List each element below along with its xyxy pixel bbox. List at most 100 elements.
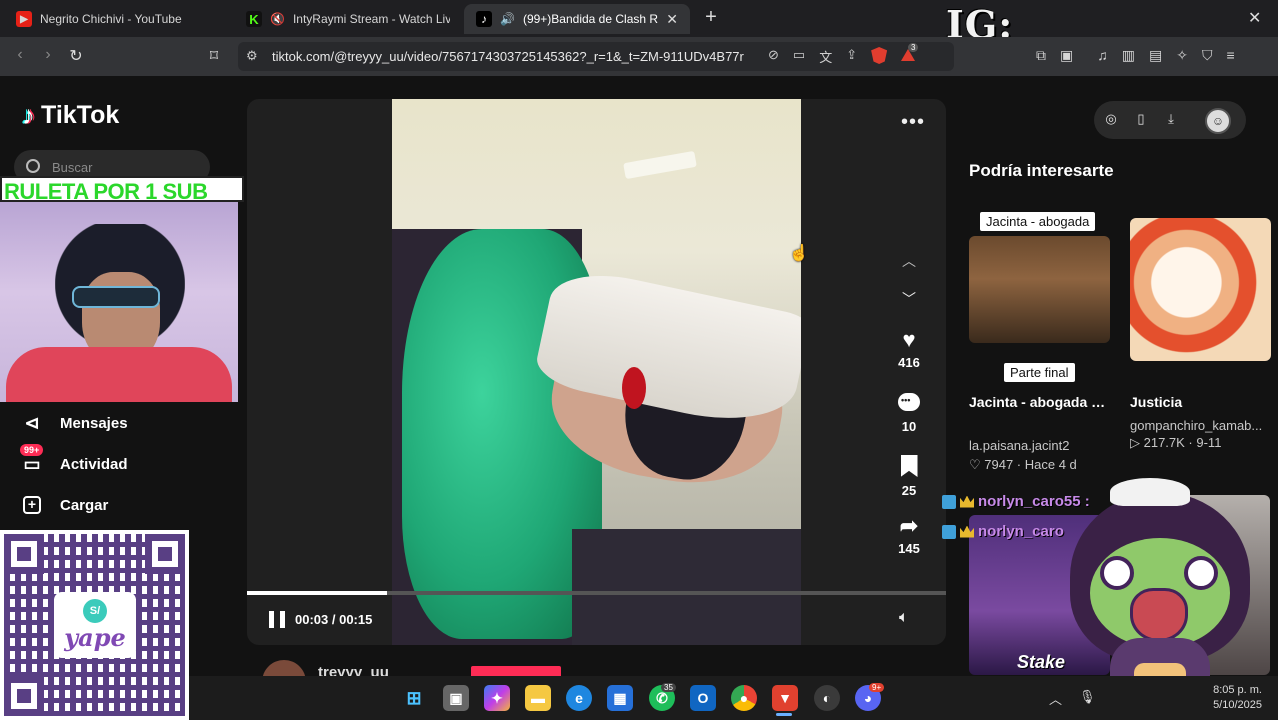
outlook-icon[interactable]: O	[690, 685, 716, 711]
obs-icon[interactable]: ◐	[814, 685, 840, 711]
leo-icon[interactable]: ✧	[1176, 47, 1188, 64]
youtube-icon: ▶	[16, 11, 32, 27]
prime-badge-icon	[942, 494, 956, 509]
chevron-up-icon[interactable]: ︿	[899, 251, 919, 271]
brave-shield-icon[interactable]	[871, 47, 888, 64]
extensions-icon[interactable]: ⧉	[1036, 47, 1046, 64]
vpn-icon[interactable]: ⛉	[1202, 47, 1213, 64]
tab-title: (99+)Bandida de Clash Royale	[522, 12, 659, 26]
progress-bar[interactable]	[247, 591, 946, 595]
brave-icon[interactable]: ▼	[772, 685, 798, 711]
browser-toolbar: ‹ › ↻ ⌑ ⚙ tiktok.com/@treyyy_uu/video/75…	[0, 37, 1278, 76]
suggestion-card[interactable]: Jacinta - abogada Parte final Jacinta - …	[969, 212, 1110, 472]
upload-icon: +	[22, 495, 42, 515]
copilot-icon[interactable]: ✦	[484, 685, 510, 711]
sidebar-item-actividad[interactable]: ▭ 99+ Actividad	[20, 444, 128, 474]
reload-button[interactable]: ↻	[66, 46, 86, 66]
suggestion-card[interactable]: Justicia gompanchiro_kamab... ▷ 217.7K ·…	[1130, 218, 1271, 458]
active-app-indicator	[776, 713, 792, 716]
comment-count: 10	[901, 419, 917, 434]
card-user[interactable]: gompanchiro_kamab...	[1130, 418, 1271, 433]
tiktok-logo[interactable]: ♪ TikTok	[22, 100, 119, 131]
muted-icon: 🔇	[270, 12, 285, 26]
yape-coin-icon: S/	[83, 598, 107, 623]
video-time: 00:03 / 00:15	[295, 612, 373, 627]
sidebar-item-mensajes[interactable]: ⊲ Mensajes	[22, 412, 128, 433]
thumb-tag: Jacinta - abogada	[980, 212, 1096, 231]
pause-icon[interactable]	[269, 611, 285, 628]
close-tab-icon[interactable]: ✕	[666, 11, 678, 28]
task-view-icon[interactable]: ▣	[443, 685, 469, 711]
logo-text: TikTok	[41, 101, 120, 129]
card-title[interactable]: Justicia	[1130, 394, 1271, 410]
search-icon	[26, 159, 40, 173]
video-player[interactable]: ••• ︿ ﹀ ♥ 416 10 25 ➦ 145 00:03 / 00:15 …	[247, 99, 946, 645]
stake-watermark: Stake	[1017, 652, 1066, 672]
file-explorer-icon[interactable]: ▬	[525, 685, 551, 711]
like-button[interactable]: ♥ 416	[887, 327, 931, 370]
cam-shirt	[6, 347, 232, 402]
more-options-icon[interactable]: •••	[901, 111, 925, 134]
share-arrow-icon: ➦	[899, 513, 919, 538]
bookmark-icon[interactable]: ⌑	[204, 46, 224, 66]
streamer-webcam	[0, 202, 238, 402]
volume-icon[interactable]: 🔈︎	[899, 609, 909, 627]
edge-icon[interactable]: e	[566, 685, 592, 711]
windows-start-icon[interactable]: ⊞	[401, 685, 427, 711]
download-icon[interactable]: ⤓	[1162, 111, 1180, 127]
search-placeholder: Buscar	[52, 160, 93, 175]
frog-mascot-overlay	[1060, 478, 1260, 698]
frog-hat	[1110, 478, 1190, 506]
crown-icon	[960, 495, 974, 508]
clock-date: 5/10/2025	[1213, 699, 1262, 711]
profile-avatar[interactable]: ☺	[1205, 108, 1231, 134]
send-icon: ⊲	[24, 412, 40, 433]
wallet-icon[interactable]: ▣	[1060, 47, 1073, 64]
phone-icon[interactable]: ▯	[1132, 111, 1150, 127]
sidebar-item-cargar[interactable]: + Cargar	[22, 495, 108, 515]
comment-button[interactable]: 10	[887, 391, 931, 434]
suggestion-thumbnail[interactable]	[969, 236, 1110, 343]
tab-kick[interactable]: K 🔇 IntyRaymi Stream - Watch Live on	[234, 4, 462, 34]
store-icon[interactable]: ▦	[607, 685, 633, 711]
url-text[interactable]: tiktok.com/@treyyy_uu/video/756717430372…	[272, 49, 744, 64]
heart-icon: ♥	[902, 327, 916, 352]
hand-cursor-icon: ☝	[789, 245, 809, 262]
save-button[interactable]: 25	[887, 453, 931, 498]
cast-icon[interactable]: ▭	[793, 47, 805, 66]
share-button[interactable]: ➦ 145	[887, 513, 931, 556]
share-icon[interactable]: ⇪	[846, 47, 857, 66]
suggestion-thumbnail[interactable]	[1130, 218, 1271, 361]
video-frame[interactable]	[392, 99, 801, 645]
vf-lamp	[623, 150, 697, 180]
back-button[interactable]: ‹	[10, 46, 30, 64]
chrome-icon[interactable]: ●	[731, 685, 757, 711]
sidebar-icon[interactable]: ▥	[1122, 47, 1135, 64]
microphone-icon[interactable]: 🎙︎	[1079, 689, 1096, 705]
site-settings-icon[interactable]: ⚙	[246, 48, 258, 64]
card-user[interactable]: la.paisana.jacint2	[969, 438, 1110, 453]
compass-icon[interactable]: ◎	[1102, 111, 1120, 127]
card-title[interactable]: Jacinta - abogada parte final #humor...	[969, 394, 1110, 410]
crown-icon	[960, 525, 974, 538]
chat-user: norlyn_caro	[978, 523, 1064, 540]
media-icon[interactable]: ♫	[1097, 47, 1108, 64]
chevron-down-icon[interactable]: ﹀	[899, 289, 919, 309]
qr-finder	[145, 534, 185, 574]
tab-youtube[interactable]: ▶ Negrito Chichivi - YouTube	[4, 4, 232, 34]
windows-taskbar: ⊞ ▣ ✦ ▬ e ▦ ✆ 35 O ● ▼ ◐ ◕ 9+	[189, 676, 1278, 720]
system-clock[interactable]: 8:05 p. m. 5/10/2025	[1212, 683, 1262, 713]
tab-tiktok[interactable]: ♪ 🔊 (99+)Bandida de Clash Royale ✕	[464, 4, 690, 34]
tray-chevron-icon[interactable]: ︿	[1049, 689, 1062, 708]
speaker-icon: 🔊	[500, 12, 515, 26]
sidebar-item-label: Actividad	[60, 455, 128, 473]
wallet2-icon[interactable]: ▤	[1149, 47, 1162, 64]
sidebar-item-label: Mensajes	[60, 414, 128, 432]
translate-icon[interactable]: 文	[819, 47, 832, 66]
card-meta: ♡ 7947 · Hace 4 d	[969, 457, 1077, 472]
new-tab-button[interactable]: +	[700, 6, 722, 29]
no-track-icon[interactable]: ⊘	[768, 47, 779, 66]
qr-finder	[4, 534, 44, 574]
forward-button[interactable]: ›	[38, 46, 58, 64]
menu-icon[interactable]: ≡	[1226, 47, 1234, 64]
